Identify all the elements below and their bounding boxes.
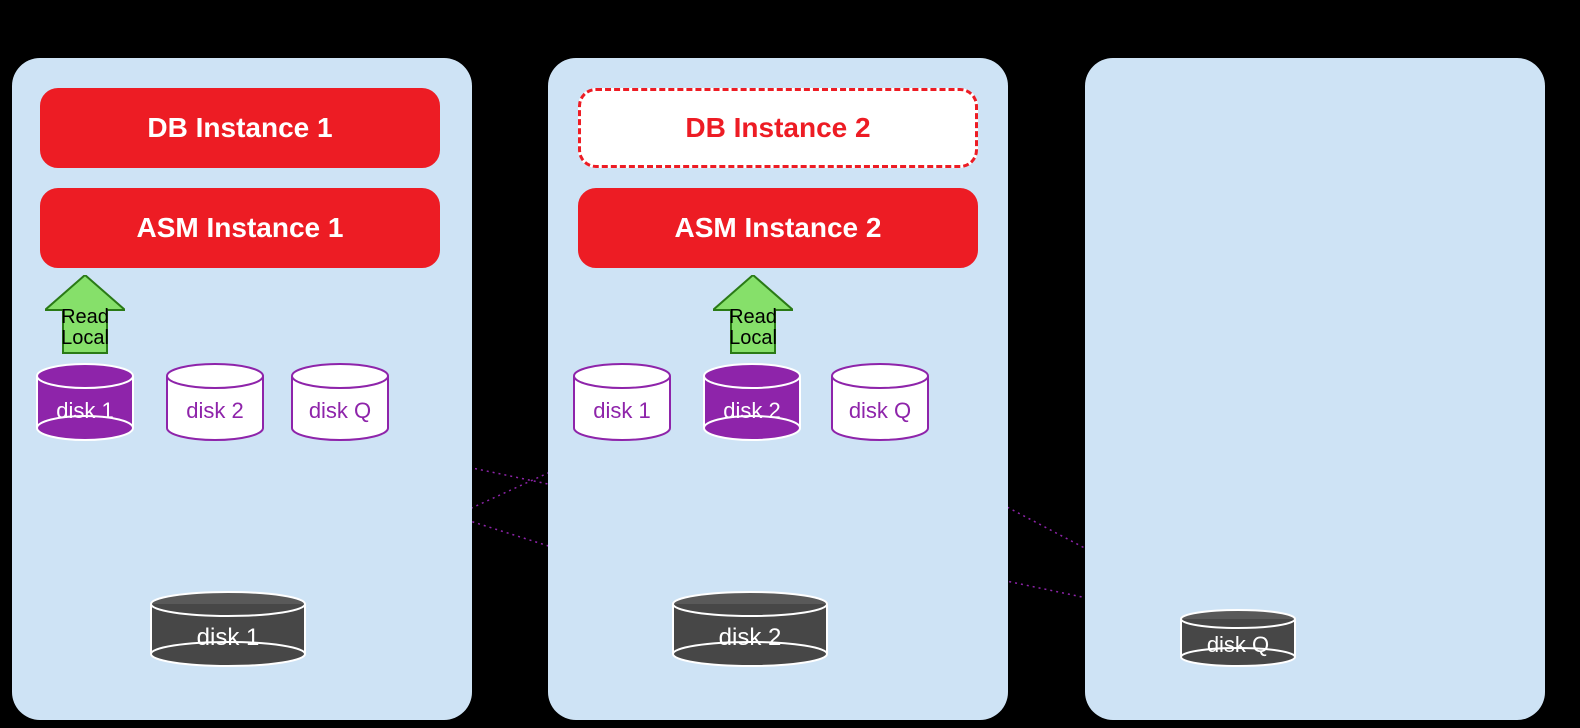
asm-instance-1: ASM Instance 1 — [40, 188, 440, 268]
read-local-label-2: ReadLocal — [713, 307, 793, 349]
diagram-stage: DB Instance 1 ASM Instance 1 ReadLocal d… — [0, 0, 1580, 728]
read-local-arrow-1: ReadLocal — [45, 275, 125, 365]
asm-instance-2: ASM Instance 2 — [578, 188, 978, 268]
read-local-label-1: ReadLocal — [45, 307, 125, 349]
node1-disk1: disk 1 — [35, 362, 135, 442]
db-instance-1: DB Instance 1 — [40, 88, 440, 168]
node2-disk1-label: disk 1 — [572, 398, 672, 424]
physical-disk-q-label: disk Q — [1178, 632, 1298, 658]
asm-instance-1-label: ASM Instance 1 — [137, 212, 344, 244]
node-panel-3 — [1085, 58, 1545, 720]
physical-disk-2-label: disk 2 — [670, 624, 830, 652]
physical-disk-2: disk 2 — [670, 590, 830, 670]
read-local-arrow-2: ReadLocal — [713, 275, 793, 365]
node2-disk1: disk 1 — [572, 362, 672, 442]
physical-disk-q: disk Q — [1178, 608, 1298, 670]
db-instance-2-label: DB Instance 2 — [685, 112, 870, 144]
node2-disk2-label: disk 2 — [702, 398, 802, 424]
node1-disk2-label: disk 2 — [165, 398, 265, 424]
node2-diskq: disk Q — [830, 362, 930, 442]
asm-instance-2-label: ASM Instance 2 — [675, 212, 882, 244]
node2-diskq-label: disk Q — [830, 398, 930, 424]
db-instance-1-label: DB Instance 1 — [147, 112, 332, 144]
physical-disk-1-label: disk 1 — [148, 624, 308, 652]
node1-diskq-label: disk Q — [290, 398, 390, 424]
node1-disk1-label: disk 1 — [35, 398, 135, 424]
node1-diskq: disk Q — [290, 362, 390, 442]
node1-disk2: disk 2 — [165, 362, 265, 442]
db-instance-2: DB Instance 2 — [578, 88, 978, 168]
physical-disk-1: disk 1 — [148, 590, 308, 670]
node2-disk2: disk 2 — [702, 362, 802, 442]
